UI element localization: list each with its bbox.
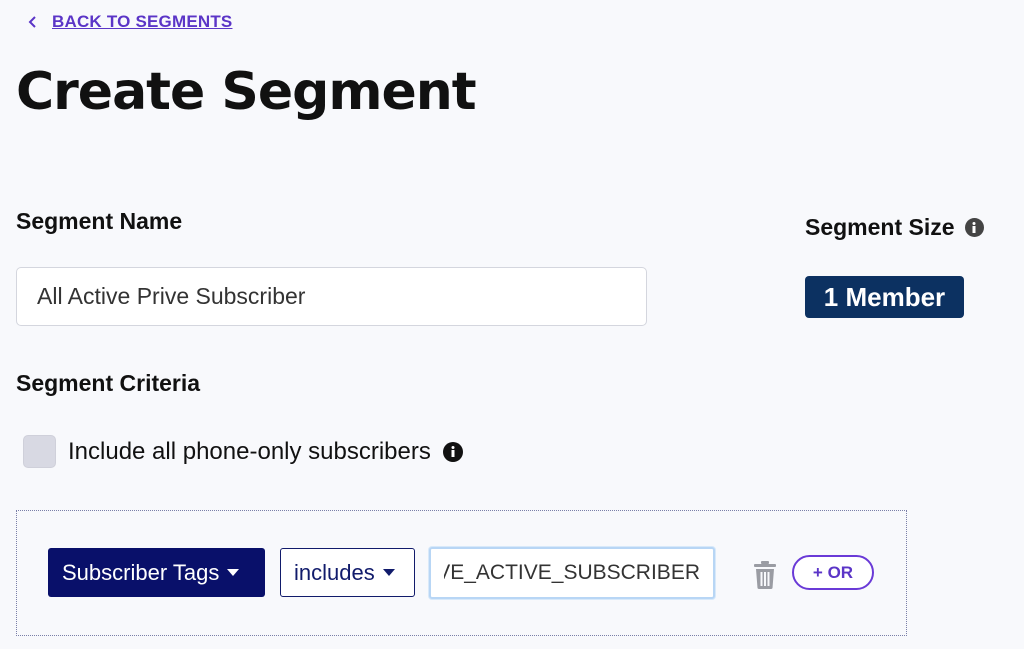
- segment-size-badge: 1 Member: [805, 276, 964, 318]
- segment-criteria-label: Segment Criteria: [16, 370, 201, 396]
- caret-down-icon: [227, 569, 240, 576]
- info-icon[interactable]: [442, 441, 463, 462]
- segment-name-label: Segment Name: [16, 208, 183, 234]
- back-to-segments-link[interactable]: BACK TO SEGMENTS: [28, 12, 232, 32]
- segment-name-input[interactable]: [16, 267, 647, 326]
- back-link-label: BACK TO SEGMENTS: [52, 12, 233, 31]
- segment-size-label: Segment Size: [805, 214, 955, 240]
- criteria-field-dropdown[interactable]: Subscriber Tags: [48, 548, 265, 597]
- include-phone-only-checkbox[interactable]: [23, 435, 56, 468]
- segment-size-header: Segment Size: [805, 214, 984, 241]
- info-icon[interactable]: [964, 218, 984, 237]
- include-phone-only-row[interactable]: Include all phone-only subscribers: [23, 435, 463, 468]
- create-segment-page: BACK TO SEGMENTS Create Segment Segment …: [0, 0, 1024, 649]
- add-or-button[interactable]: + OR: [792, 555, 874, 590]
- page-title: Create Segment: [16, 62, 477, 122]
- criteria-field-label: Subscriber Tags: [62, 559, 220, 585]
- caret-down-icon: [382, 569, 395, 576]
- criteria-operator-dropdown[interactable]: includes: [280, 548, 415, 597]
- criteria-value-input[interactable]: [429, 547, 715, 599]
- include-phone-only-label: Include all phone-only subscribers: [68, 437, 431, 465]
- trash-icon[interactable]: [752, 560, 778, 590]
- chevron-left-icon: [28, 16, 36, 28]
- criteria-operator-label: includes: [294, 559, 375, 585]
